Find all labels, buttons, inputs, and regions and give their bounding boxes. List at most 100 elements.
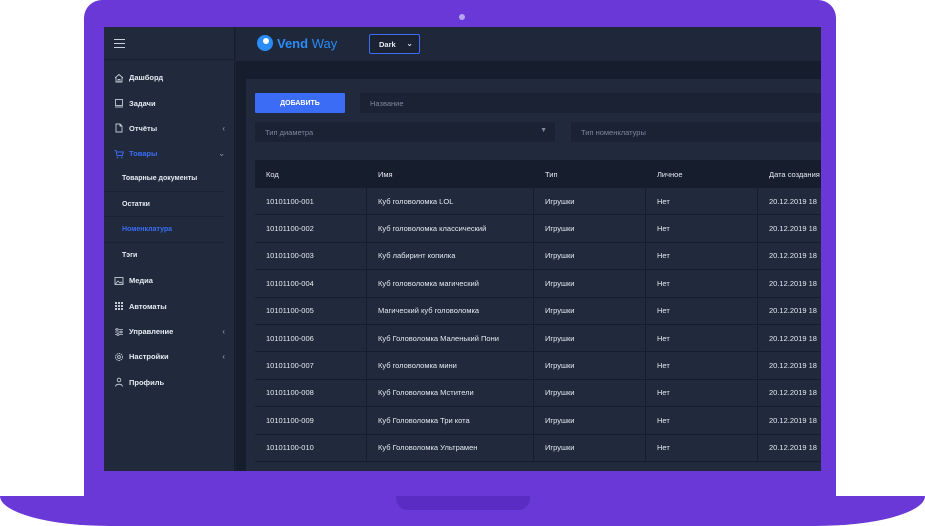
cell-personal: Нет: [646, 379, 758, 407]
diameter-type-select[interactable]: Тип диаметра ▼: [255, 122, 555, 142]
cell-type: Игрушки: [534, 215, 646, 242]
sidebar-subitem-label: Остатки: [122, 200, 150, 208]
sliders-icon: [114, 327, 124, 337]
nomenclature-table: Код Имя Тип Личное Дата создания 1010110…: [255, 160, 821, 462]
sidebar-item-label: Настройки: [129, 352, 169, 362]
sidebar-item-label: Медиа: [129, 276, 153, 286]
table-row[interactable]: 10101100-002 Куб головоломка классический…: [255, 215, 821, 243]
cell-name: Куб головоломка мини: [367, 352, 534, 379]
logo-text: Vend Way: [277, 36, 337, 51]
cell-name: Куб головоломка классический: [367, 215, 534, 242]
logo-icon: [257, 35, 273, 51]
cell-created: 20.12.2019 18: [769, 415, 817, 425]
table-row[interactable]: 10101100-005 Магический куб головоломка Иг…: [255, 297, 821, 325]
table-row[interactable]: 10101100-007 Куб головоломка мини Игрушки Н…: [255, 352, 821, 380]
cell-personal: Нет: [646, 407, 758, 434]
table-row[interactable]: 10101100-010 Куб Головоломка Ультрамен Игр…: [255, 434, 821, 462]
cell-type: Игрушки: [534, 379, 646, 407]
name-search-input[interactable]: [360, 93, 821, 113]
cell-name: Магический куб головоломка: [367, 297, 534, 324]
cell-created: 20.12.2019 18: [769, 361, 817, 371]
cell-code: 10101100-002: [255, 215, 367, 242]
table-header: Код Имя Тип Личное Дата создания: [255, 160, 821, 188]
cell-code: 10101100-009: [255, 407, 367, 434]
cell-created: 20.12.2019 18: [769, 224, 817, 234]
sidebar-item-label: Задачи: [129, 98, 156, 108]
sidebar-item-products[interactable]: Товары ⌄: [104, 141, 235, 166]
sidebar-item-machines[interactable]: Автоматы: [104, 294, 235, 319]
sidebar-subitem-tags[interactable]: Тэги: [104, 243, 225, 268]
cell-personal: Нет: [646, 215, 758, 242]
sidebar-item-settings[interactable]: Настройки ‹: [104, 344, 235, 369]
column-header-created[interactable]: Дата создания: [758, 160, 821, 188]
sidebar: Дашборд Задачи Отчёты ‹ Товары ⌄ Товарны…: [104, 27, 235, 471]
cell-name: Куб головоломка LOL: [367, 188, 534, 215]
menu-toggle-icon[interactable]: [114, 39, 125, 48]
table-row[interactable]: 10101100-006 Куб Головоломка Маленький По…: [255, 324, 821, 353]
add-button[interactable]: ДОБАВИТЬ: [255, 93, 345, 113]
sidebar-item-profile[interactable]: Профиль: [104, 370, 235, 395]
image-icon: [114, 276, 124, 286]
sidebar-subitem-product-documents[interactable]: Товарные документы: [104, 167, 225, 192]
cell-created: 20.12.2019 18: [769, 251, 817, 261]
cell-code: 10101100-005: [255, 297, 367, 324]
sidebar-item-tasks[interactable]: Задачи: [104, 90, 235, 115]
file-icon: [114, 123, 124, 133]
sidebar-subitem-stock[interactable]: Остатки: [104, 192, 225, 218]
logo-text-bold: Vend: [277, 35, 309, 51]
sidebar-item-management[interactable]: Управление ‹: [104, 319, 235, 344]
column-header-code[interactable]: Код: [255, 160, 367, 188]
cell-type: Игрушки: [534, 324, 646, 352]
sidebar-subitem-nomenclature[interactable]: Номенклатура: [104, 217, 225, 243]
table-row[interactable]: 10101100-001 Куб головоломка LOL Игрушки Не…: [255, 188, 821, 216]
cell-type: Игрушки: [534, 297, 646, 324]
cell-name: Куб Головоломка Маленький Пони: [367, 324, 534, 352]
cell-type: Игрушки: [534, 242, 646, 270]
cell-created: 20.12.2019 18: [769, 443, 817, 453]
sidebar-item-label: Автоматы: [129, 301, 167, 311]
caret-down-icon: ▼: [540, 127, 547, 134]
nomenclature-panel: ДОБАВИТЬ Тип диаметра ▼ Тип номенклатуры…: [246, 79, 821, 471]
table-row[interactable]: 10101100-009 Куб Головоломка Три кота Игру…: [255, 407, 821, 435]
cell-type: Игрушки: [534, 434, 646, 461]
column-header-personal[interactable]: Личное: [646, 160, 758, 188]
column-header-name[interactable]: Имя: [367, 160, 534, 188]
table-body: 10101100-001 Куб головоломка LOL Игрушки Не…: [255, 188, 821, 462]
sidebar-item-media[interactable]: Медиа: [104, 268, 235, 293]
table-row[interactable]: 10101100-004 Куб головоломка магический Иг…: [255, 270, 821, 298]
cell-type: Игрушки: [534, 188, 646, 215]
sidebar-item-label: Товары: [129, 149, 158, 159]
cell-created: 20.12.2019 18: [769, 278, 817, 288]
cell-personal: Нет: [646, 324, 758, 352]
cell-name: Куб Головоломка Ультрамен: [367, 434, 534, 461]
table-row[interactable]: 10101100-003 Куб лабиринт копилка Игрушки Н…: [255, 242, 821, 271]
logo[interactable]: Vend Way: [257, 35, 337, 51]
sidebar-item-label: Дашборд: [129, 73, 164, 83]
tasks-icon: [114, 98, 124, 108]
cell-code: 10101100-004: [255, 270, 367, 297]
sidebar-item-label: Отчёты: [129, 123, 158, 133]
nomenclature-type-placeholder: Тип номенклатуры: [581, 127, 646, 137]
chevron-left-icon: ‹: [222, 326, 225, 336]
theme-select[interactable]: Dark ⌄: [369, 34, 420, 54]
camera-dot: [459, 14, 465, 20]
sidebar-item-dashboard[interactable]: Дашборд: [104, 65, 235, 90]
table-row[interactable]: 10101100-008 Куб Головоломка Мстители Игру…: [255, 379, 821, 408]
cart-icon: [114, 149, 124, 159]
cell-type: Игрушки: [534, 352, 646, 379]
sidebar-subitem-label: Номенклатура: [122, 226, 173, 234]
cell-name: Куб головоломка магический: [367, 270, 534, 297]
cell-type: Игрушки: [534, 407, 646, 434]
sidebar-item-reports[interactable]: Отчёты ‹: [104, 116, 235, 141]
nomenclature-type-select[interactable]: Тип номенклатуры: [571, 122, 821, 142]
sidebar-subitem-label: Тэги: [122, 251, 138, 259]
laptop-notch: [396, 496, 530, 510]
diameter-type-placeholder: Тип диаметра: [265, 127, 314, 137]
cell-code: 10101100-008: [255, 379, 367, 407]
cell-created: 20.12.2019 18: [769, 196, 817, 206]
chevron-left-icon: ‹: [222, 123, 225, 133]
sidebar-subitem-label: Товарные документы: [122, 175, 198, 183]
cell-personal: Нет: [646, 297, 758, 324]
grid-icon: [114, 301, 124, 311]
column-header-type[interactable]: Тип: [534, 160, 646, 188]
